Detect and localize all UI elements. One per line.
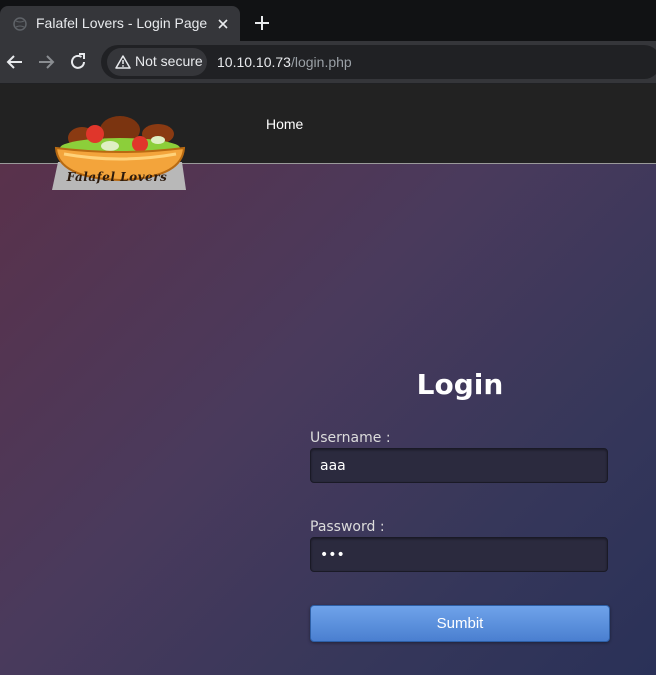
browser-toolbar: Not secure 10.10.10.73/login.php	[0, 41, 656, 84]
forward-arrow-icon[interactable]	[36, 52, 56, 72]
url-host: 10.10.10.73	[217, 54, 291, 70]
submit-button[interactable]: Sumbit	[310, 605, 610, 642]
close-icon[interactable]	[215, 16, 231, 32]
username-label: Username :	[310, 430, 391, 446]
page-content: Home Falafel Lovers Login Username : Pas…	[0, 84, 656, 675]
url-path: /login.php	[290, 54, 352, 70]
logo-text: Falafel Lovers	[66, 170, 168, 184]
security-label: Not secure	[135, 53, 203, 69]
globe-icon	[13, 17, 27, 31]
address-bar[interactable]: Not secure 10.10.10.73/login.php	[101, 45, 656, 79]
password-input[interactable]	[310, 537, 608, 572]
security-chip[interactable]: Not secure	[107, 48, 207, 76]
new-tab-icon[interactable]	[253, 14, 271, 32]
reload-icon[interactable]	[68, 52, 88, 72]
tab-title: Falafel Lovers - Login Page	[36, 15, 208, 31]
browser-tab[interactable]: Falafel Lovers - Login Page	[0, 6, 240, 41]
browser-tabstrip: Falafel Lovers - Login Page	[0, 0, 656, 41]
login-title: Login	[416, 368, 504, 401]
url-text[interactable]: 10.10.10.73/login.php	[217, 54, 352, 70]
back-arrow-icon[interactable]	[5, 52, 25, 72]
password-label: Password :	[310, 519, 385, 535]
warning-icon	[115, 55, 131, 69]
username-input[interactable]	[310, 448, 608, 483]
nav-home-link[interactable]: Home	[266, 116, 303, 132]
